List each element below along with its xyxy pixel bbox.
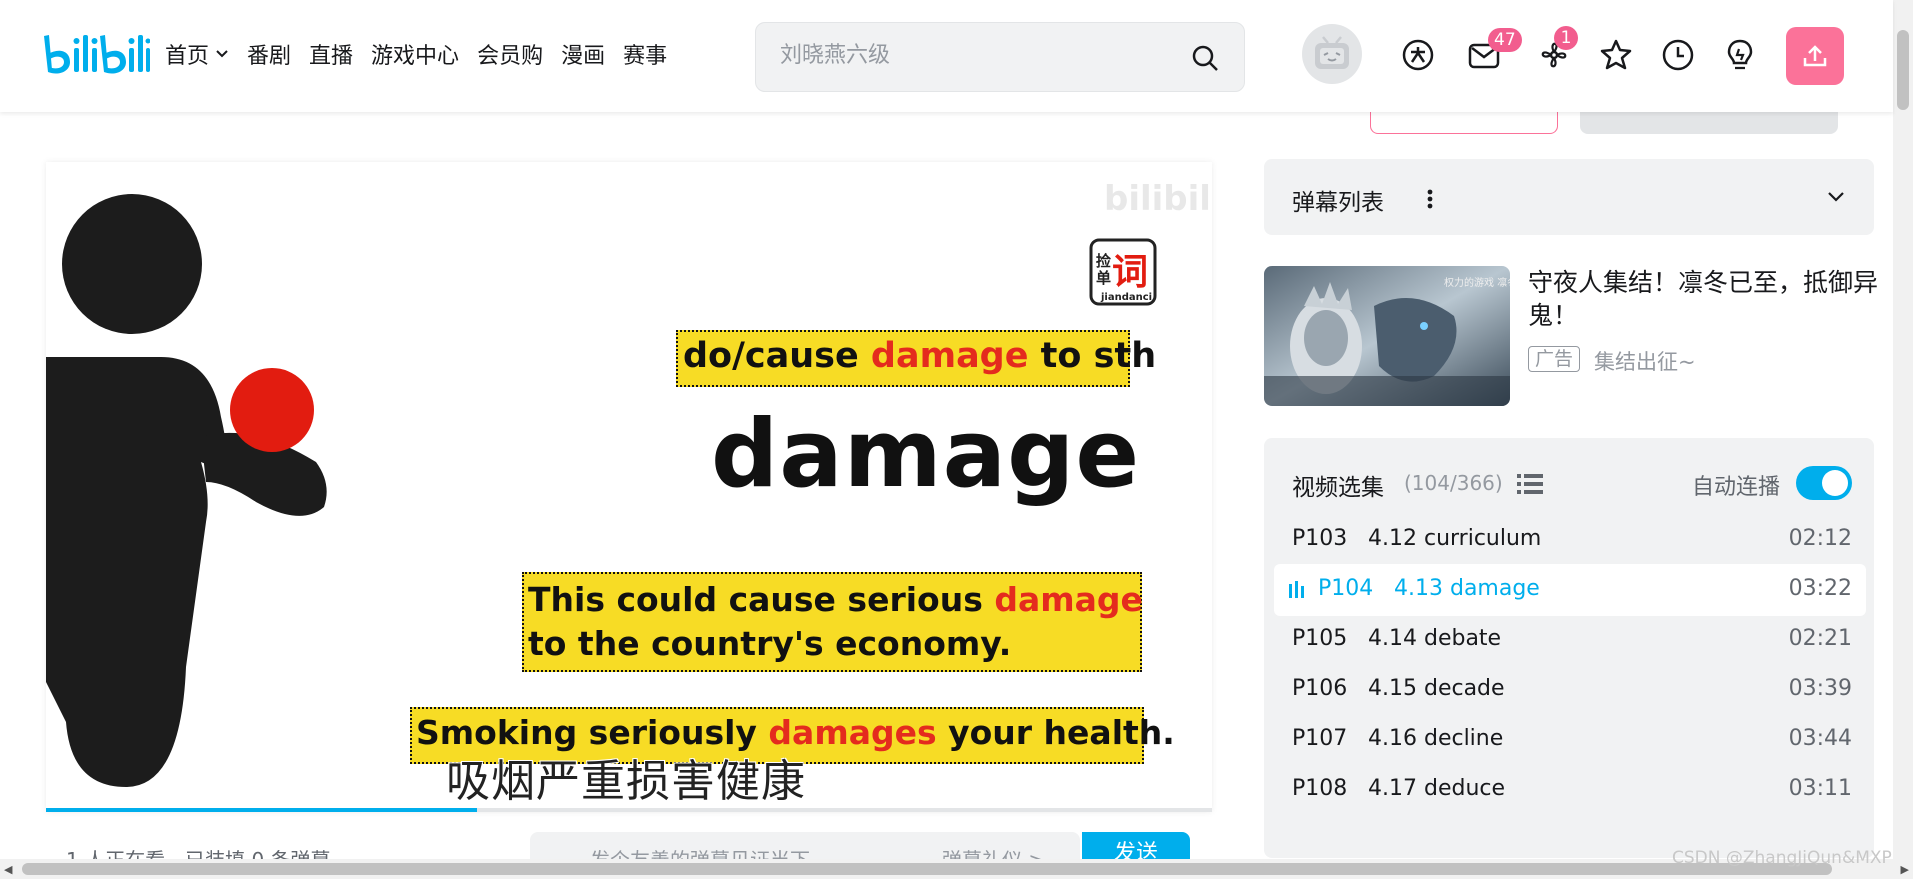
nav-live[interactable]: 直播 <box>309 38 353 70</box>
red-dot <box>230 368 314 452</box>
message-badge: 47 <box>1488 28 1522 52</box>
headword: damage <box>711 400 1141 509</box>
search-icon[interactable] <box>1190 43 1220 73</box>
playlist-item[interactable]: P108 4.17 deduce 03:11 <box>1274 764 1866 816</box>
playlist-item-name: 4.14 debate <box>1368 626 1502 651</box>
svg-text:捡: 捡 <box>1096 252 1111 270</box>
playlist-item-duration: 02:21 <box>1788 626 1852 651</box>
autoplay-toggle[interactable] <box>1796 466 1852 500</box>
ad-subtitle: 集结出征~ <box>1594 350 1696 374</box>
autoplay-label: 自动连播 <box>1692 475 1781 500</box>
playlist-count: (104/366) <box>1404 471 1503 495</box>
favorites-icon[interactable] <box>1598 37 1634 73</box>
dynamic-badge: 1 <box>1554 26 1578 50</box>
svg-text:权力的游戏 凛冬将至: 权力的游戏 凛冬将至 <box>1444 276 1510 289</box>
ad-tag: 广告 <box>1528 346 1581 372</box>
video-watermark: bilibili <box>1104 179 1212 219</box>
video-progress-fill <box>46 808 478 812</box>
history-icon[interactable] <box>1660 37 1696 73</box>
upload-icon <box>1803 45 1827 67</box>
nav-home-label: 首页 <box>165 44 210 69</box>
chevron-down-icon <box>216 50 228 58</box>
upload-button[interactable] <box>1786 27 1844 85</box>
playlist-item-name: 4.13 damage <box>1394 576 1540 601</box>
tv-mascot-icon <box>1315 36 1349 69</box>
danmaku-list-title: 弹幕列表 <box>1292 190 1384 216</box>
svg-text:词: 词 <box>1112 252 1148 293</box>
playlist-item-number: P105 <box>1292 626 1348 651</box>
csdn-watermark: CSDN @ZhangJiQun&MXP <box>1672 848 1892 868</box>
ad-card[interactable]: 权力的游戏 凛冬将至 守夜人集结！凛冬已至，抵御异鬼！ 广告 集结出征~ <box>1264 266 1884 408</box>
toggle-knob <box>1822 470 1848 496</box>
playlist-item-name: 4.12 curriculum <box>1368 526 1542 551</box>
playlist-item-number: P108 <box>1292 776 1348 801</box>
bilibili-logo[interactable] <box>40 30 150 82</box>
ad-thumbnail-image: 权力的游戏 凛冬将至 <box>1264 266 1510 406</box>
playlist-item-number: P106 <box>1292 676 1348 701</box>
ad-thumbnail[interactable]: 权力的游戏 凛冬将至 <box>1264 266 1510 406</box>
scroll-left-arrow-icon[interactable]: ◀ <box>4 863 12 876</box>
search-input[interactable] <box>780 43 1160 68</box>
ad-title[interactable]: 守夜人集结！凛冬已至，抵御异鬼！ <box>1528 266 1878 332</box>
creation-icon[interactable] <box>1722 37 1758 73</box>
playlist-item-number: P103 <box>1292 526 1348 551</box>
nav-home[interactable]: 首页 <box>165 38 229 70</box>
playlist-title: 视频选集 <box>1292 475 1384 501</box>
playing-bars-icon <box>1289 581 1304 598</box>
svg-text:jiandanci: jiandanci <box>1100 292 1152 303</box>
playlist-item-duration: 03:44 <box>1788 726 1852 751</box>
nav-manga[interactable]: 漫画 <box>561 38 605 70</box>
horizontal-scrollbar-thumb[interactable] <box>22 863 1832 875</box>
playlist-panel: 视频选集 (104/366) 自动连播 P103 4.12 curriculum… <box>1264 438 1874 858</box>
vertical-scrollbar[interactable] <box>1893 0 1913 859</box>
playlist-item-duration: 02:12 <box>1788 526 1852 551</box>
playlist-item-number: P104 <box>1318 576 1374 601</box>
stick-figure-illustration <box>46 194 327 787</box>
playlist-item[interactable]: P107 4.16 decline 03:44 <box>1274 714 1866 766</box>
big-member-icon[interactable] <box>1400 37 1436 73</box>
avatar[interactable] <box>1302 24 1362 84</box>
danmaku-list-panel[interactable]: 弹幕列表 <box>1264 159 1874 235</box>
nav-esports[interactable]: 赛事 <box>623 38 667 70</box>
playlist-item-duration: 03:39 <box>1788 676 1852 701</box>
playlist-item[interactable]: P103 4.12 curriculum 02:12 <box>1274 514 1866 566</box>
playlist-item-name: 4.15 decade <box>1368 676 1505 701</box>
nav-anime[interactable]: 番剧 <box>247 38 291 70</box>
more-options-icon[interactable] <box>1426 187 1434 211</box>
video-progress-bar[interactable] <box>46 808 1212 812</box>
list-view-icon[interactable] <box>1517 473 1543 495</box>
search-box[interactable] <box>755 22 1245 92</box>
playlist-item-name: 4.16 decline <box>1368 726 1504 751</box>
playlist-item-duration: 03:11 <box>1788 776 1852 801</box>
jiandanci-badge: 捡 单 词 jiandanci <box>1089 238 1157 306</box>
top-header: 首页 番剧 直播 游戏中心 会员购 漫画 赛事 47 1 <box>0 0 1893 112</box>
playlist-item[interactable]: P105 4.14 debate 02:21 <box>1274 614 1866 666</box>
chevron-down-icon[interactable] <box>1826 187 1846 207</box>
nav-game-center[interactable]: 游戏中心 <box>371 38 459 70</box>
svg-text:单: 单 <box>1096 269 1111 287</box>
playlist-item-number: P107 <box>1292 726 1348 751</box>
video-subtitle: 吸烟严重损害健康 <box>446 756 806 807</box>
video-player[interactable]: bilibili 捡 单 词 jiandanci do/cause damage… <box>46 162 1212 812</box>
example1-text: This could cause serious damage to the co… <box>528 580 1143 663</box>
main-nav: 首页 番剧 直播 游戏中心 会员购 漫画 赛事 <box>165 38 685 70</box>
horizontal-scrollbar[interactable]: ◀ ▶ <box>0 859 1913 879</box>
phrase-text: do/cause damage to sth <box>683 336 1157 376</box>
playlist-item-name: 4.17 deduce <box>1368 776 1506 801</box>
playlist-item-active[interactable]: P104 4.13 damage 03:22 <box>1274 564 1866 616</box>
vertical-scrollbar-thumb[interactable] <box>1897 30 1909 110</box>
scroll-right-arrow-icon[interactable]: ▶ <box>1901 863 1909 876</box>
playlist-item-duration: 03:22 <box>1788 576 1852 601</box>
playlist-item[interactable]: P106 4.15 decade 03:39 <box>1274 664 1866 716</box>
nav-mall[interactable]: 会员购 <box>477 38 543 70</box>
